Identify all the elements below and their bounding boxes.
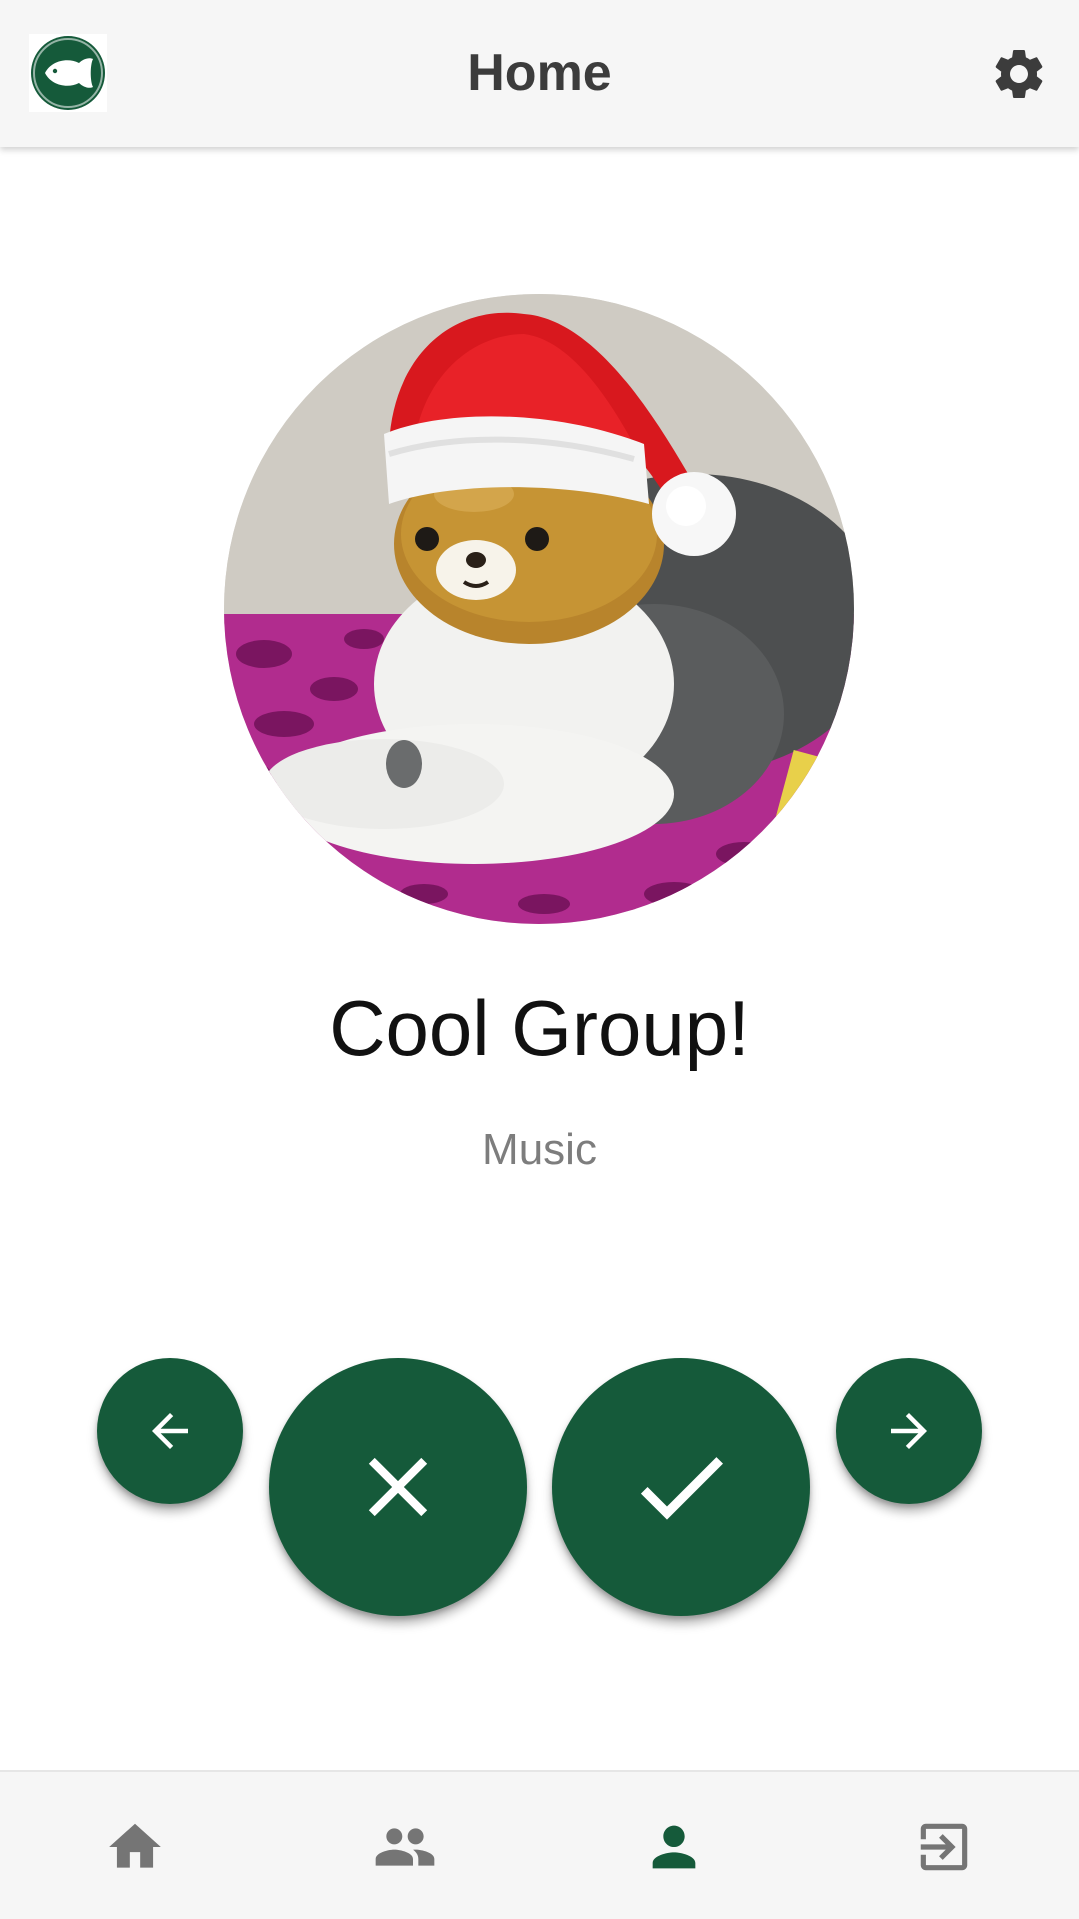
previous-button[interactable] [97, 1358, 243, 1504]
nav-item-profile[interactable] [540, 1772, 810, 1919]
gear-icon [995, 50, 1043, 98]
group-icon [375, 1827, 434, 1866]
accept-button[interactable] [552, 1358, 810, 1616]
app-screen: Home Cool Group! Music [0, 0, 1079, 1919]
arrow-left-icon [152, 1413, 188, 1449]
group-avatar-image [224, 294, 854, 924]
arrow-right-icon [891, 1413, 927, 1449]
group-category: Music [482, 1125, 597, 1174]
settings-button[interactable] [989, 44, 1049, 104]
nav-item-logout[interactable] [809, 1772, 1079, 1919]
page-title: Home [467, 44, 612, 102]
top-app-bar: Home [0, 0, 1079, 147]
nav-item-home[interactable] [0, 1772, 270, 1919]
home-icon [109, 1823, 161, 1868]
group-name: Cool Group! [329, 984, 750, 1072]
bottom-navigation [0, 1770, 1079, 1919]
reject-button[interactable] [269, 1358, 527, 1616]
close-icon [368, 1457, 428, 1517]
nav-item-groups[interactable] [270, 1772, 540, 1919]
person-icon [653, 1825, 696, 1868]
check-icon [640, 1457, 723, 1520]
exit-icon [920, 1823, 968, 1870]
next-button[interactable] [836, 1358, 982, 1504]
